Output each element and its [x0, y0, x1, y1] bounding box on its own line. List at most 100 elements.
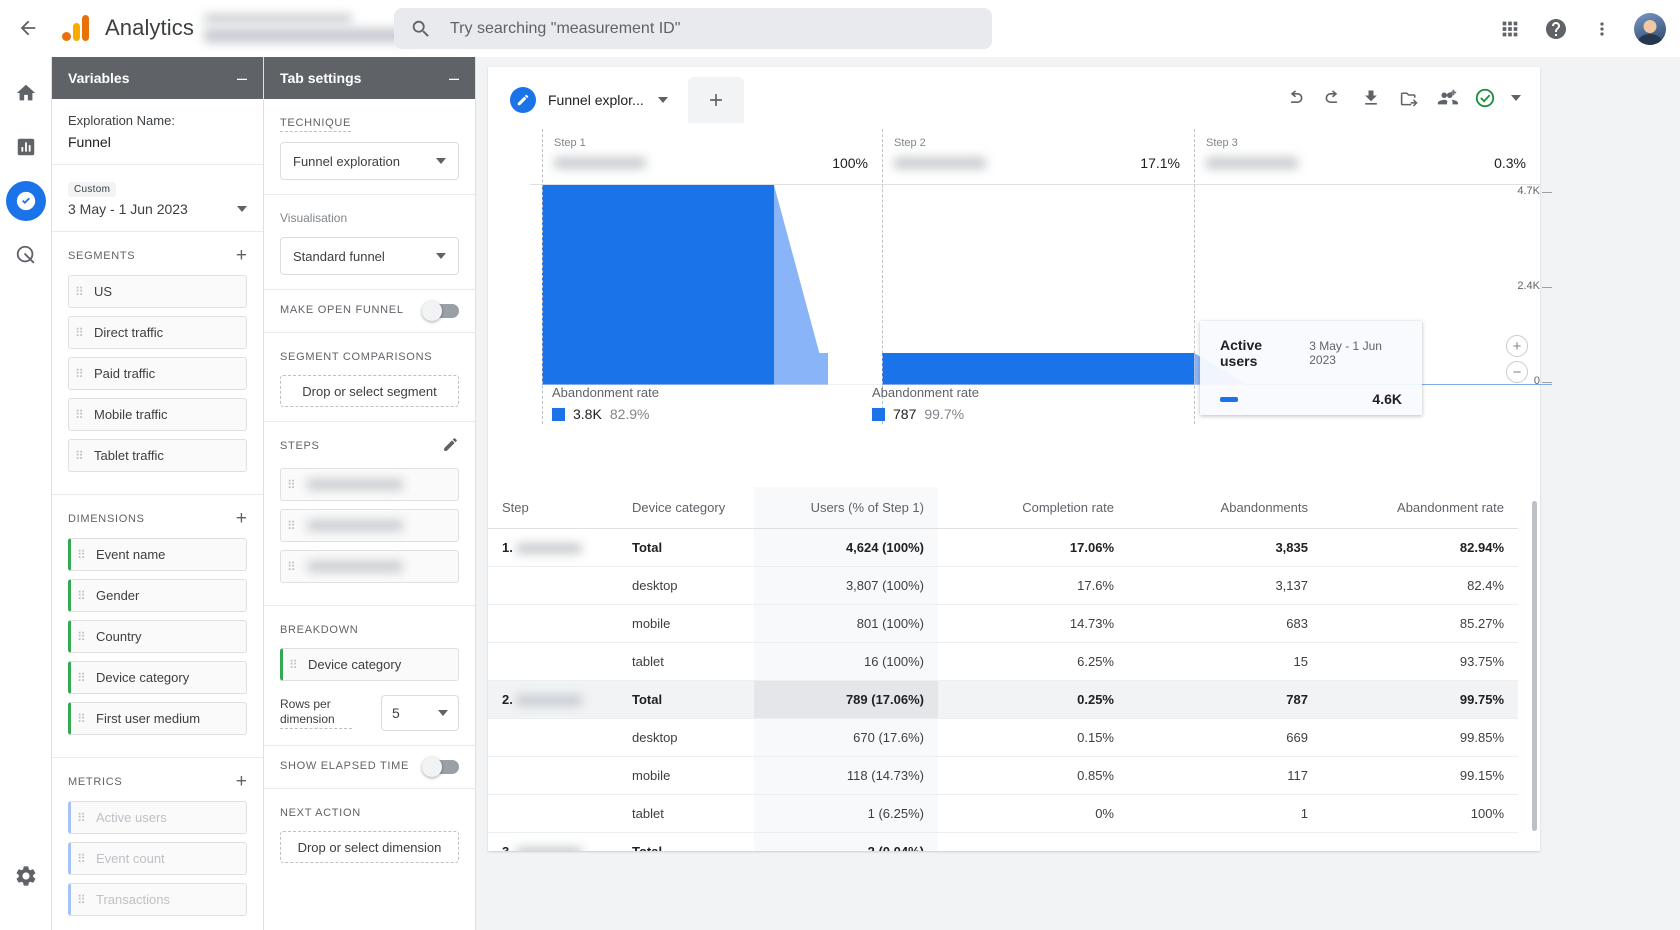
table-column-header-2[interactable]: Users (% of Step 1) — [754, 487, 938, 529]
move-to-folder-icon[interactable] — [1392, 81, 1426, 115]
dimension-pill-4[interactable]: ⠿ First user medium — [68, 702, 247, 735]
cell-users: 1 (6.25%) — [754, 794, 938, 833]
redo-icon[interactable] — [1316, 81, 1350, 115]
metrics-label: METRICS — [68, 775, 123, 788]
search-input[interactable] — [450, 19, 976, 38]
table-scrollbar[interactable] — [1532, 501, 1537, 831]
table-row[interactable]: tablet 16 (100%) 6.25% 15 93.75% — [488, 642, 1518, 681]
table-row[interactable]: mobile 118 (14.73%) 0.85% 117 99.15% — [488, 756, 1518, 795]
dimension-pill-0[interactable]: ⠿ Event name — [68, 538, 247, 571]
exploration-card: Funnel explor... Step 1 100% Step 2 17.1… — [488, 67, 1552, 851]
search-bar[interactable] — [394, 8, 992, 49]
tab-funnel-exploration[interactable]: Funnel explor... — [496, 77, 682, 123]
chart-tooltip: Active users 3 May - 1 Jun 2023 4.6K — [1200, 321, 1422, 415]
add-dimension-button[interactable]: + — [236, 509, 247, 528]
chevron-down-icon[interactable] — [1506, 81, 1526, 115]
more-vertical-icon[interactable] — [1582, 9, 1622, 49]
cell-abandonment-rate: 99.85% — [1322, 718, 1518, 757]
zoom-out-button[interactable]: − — [1506, 361, 1528, 383]
visualisation-select[interactable]: Standard funnel — [280, 237, 459, 275]
tab-settings-collapse-button[interactable]: – — [449, 69, 459, 87]
cell-users: 118 (14.73%) — [754, 756, 938, 795]
segment-pill-2-label: Paid traffic — [94, 366, 156, 381]
cell-abandonments: 117 — [1128, 756, 1322, 795]
pencil-icon[interactable] — [442, 436, 459, 458]
step-pill-1-label — [307, 520, 403, 531]
cell-step — [488, 718, 618, 757]
download-icon[interactable] — [1354, 81, 1388, 115]
table-column-header-4[interactable]: Abandonments — [1128, 487, 1322, 529]
table-row[interactable]: 2. Total 789 (17.06%) 0.25% 787 99.75% — [488, 680, 1518, 719]
step-pill-2[interactable]: ⠿ — [280, 550, 459, 583]
share-add-user-icon[interactable] — [1430, 81, 1464, 115]
back-arrow-icon[interactable] — [0, 17, 56, 39]
table-row[interactable]: desktop 670 (17.6%) 0.15% 669 99.85% — [488, 718, 1518, 757]
undo-icon[interactable] — [1278, 81, 1312, 115]
drag-handle-icon: ⠿ — [75, 325, 85, 340]
add-tab-button[interactable] — [687, 77, 744, 123]
segment-dropzone[interactable]: Drop or select segment — [280, 375, 459, 407]
rows-per-dimension-select[interactable]: 5 — [381, 695, 459, 731]
rows-per-dimension-label: Rows per dimension — [280, 697, 352, 729]
table-row[interactable]: tablet 1 (6.25%) 0% 1 100% — [488, 794, 1518, 833]
table-column-header-0[interactable]: Step — [488, 487, 618, 529]
breakdown-pill[interactable]: ⠿ Device category — [280, 648, 459, 681]
show-elapsed-time-toggle[interactable] — [422, 757, 459, 777]
segment-pill-3[interactable]: ⠿ Mobile traffic — [68, 398, 247, 431]
dimension-pill-1-label: Gender — [96, 588, 140, 603]
metric-pill-1[interactable]: ⠿ Event count — [68, 842, 247, 875]
metric-pill-2[interactable]: ⠿ Transactions — [68, 883, 247, 916]
table-row[interactable]: 3.Total2 (0.04%)--- — [488, 832, 1518, 851]
user-avatar[interactable] — [1634, 12, 1666, 45]
drag-handle-icon: ⠿ — [75, 366, 85, 381]
segment-pill-2[interactable]: ⠿ Paid traffic — [68, 357, 247, 390]
saved-check-icon[interactable] — [1468, 81, 1502, 115]
sidebar-item-reports[interactable] — [6, 127, 46, 167]
table-row[interactable]: desktop 3,807 (100%) 17.6% 3,137 82.4% — [488, 566, 1518, 605]
add-metric-button[interactable]: + — [236, 772, 247, 791]
step-pill-0[interactable]: ⠿ — [280, 468, 459, 501]
sidebar-item-admin[interactable] — [6, 856, 46, 896]
metric-pill-0[interactable]: ⠿ Active users — [68, 801, 247, 834]
table-column-header-5[interactable]: Abandonment rate — [1322, 487, 1518, 529]
table-row[interactable]: mobile 801 (100%) 14.73% 683 85.27% — [488, 604, 1518, 643]
tooltip-title: Active users — [1220, 337, 1263, 369]
show-elapsed-time-section: SHOW ELAPSED TIME — [264, 746, 475, 789]
apps-grid-icon[interactable] — [1490, 9, 1530, 49]
variables-collapse-button[interactable]: – — [237, 69, 247, 87]
step-pill-1[interactable]: ⠿ — [280, 509, 459, 542]
segment-pill-4[interactable]: ⠿ Tablet traffic — [68, 439, 247, 472]
dimension-pill-3[interactable]: ⠿ Device category — [68, 661, 247, 694]
funnel-chart: Step 1 100% Step 2 17.1% Step 3 0.3% 4.7K 2.4… — [488, 123, 1552, 485]
exploration-name-section: Exploration Name: Funnel — [52, 99, 263, 165]
property-account-name — [203, 13, 352, 23]
abandonment-pct-1: 82.9% — [609, 406, 650, 422]
technique-select[interactable]: Funnel exploration — [280, 142, 459, 180]
table-column-header-3[interactable]: Completion rate — [938, 487, 1128, 529]
sidebar-item-advertising[interactable] — [6, 235, 46, 275]
dimension-pill-2[interactable]: ⠿ Country — [68, 620, 247, 653]
dimension-pill-1[interactable]: ⠿ Gender — [68, 579, 247, 612]
date-range-selector[interactable]: 3 May - 1 Jun 2023 — [68, 201, 247, 217]
sidebar-item-home[interactable] — [6, 73, 46, 113]
exploration-name-value[interactable]: Funnel — [68, 134, 247, 150]
next-action-dropzone[interactable]: Drop or select dimension — [280, 831, 459, 863]
step-name-label — [1206, 157, 1298, 169]
drag-handle-icon: ⠿ — [75, 448, 85, 463]
help-icon[interactable] — [1536, 9, 1576, 49]
table-column-header-1[interactable]: Device category — [618, 487, 754, 529]
abandonment-pct-2: 99.7% — [924, 406, 965, 422]
metric-pill-1-label: Event count — [96, 851, 165, 866]
sidebar-item-explore[interactable] — [5, 181, 46, 221]
make-open-funnel-toggle[interactable] — [422, 301, 459, 321]
cell-users: 3,807 (100%) — [754, 566, 938, 605]
segment-pill-1[interactable]: ⠿ Direct traffic — [68, 316, 247, 349]
chevron-down-icon[interactable] — [657, 97, 668, 103]
next-action-section: NEXT ACTION Drop or select dimension — [264, 789, 475, 877]
segment-comparisons-label: SEGMENT COMPARISONS — [280, 351, 433, 363]
zoom-in-button[interactable]: + — [1506, 335, 1528, 357]
property-selector[interactable] — [203, 13, 416, 43]
table-row[interactable]: 1. Total 4,624 (100%) 17.06% 3,835 82.94% — [488, 528, 1518, 567]
segment-pill-0[interactable]: ⠿ US — [68, 275, 247, 308]
add-segment-button[interactable]: + — [236, 246, 247, 265]
